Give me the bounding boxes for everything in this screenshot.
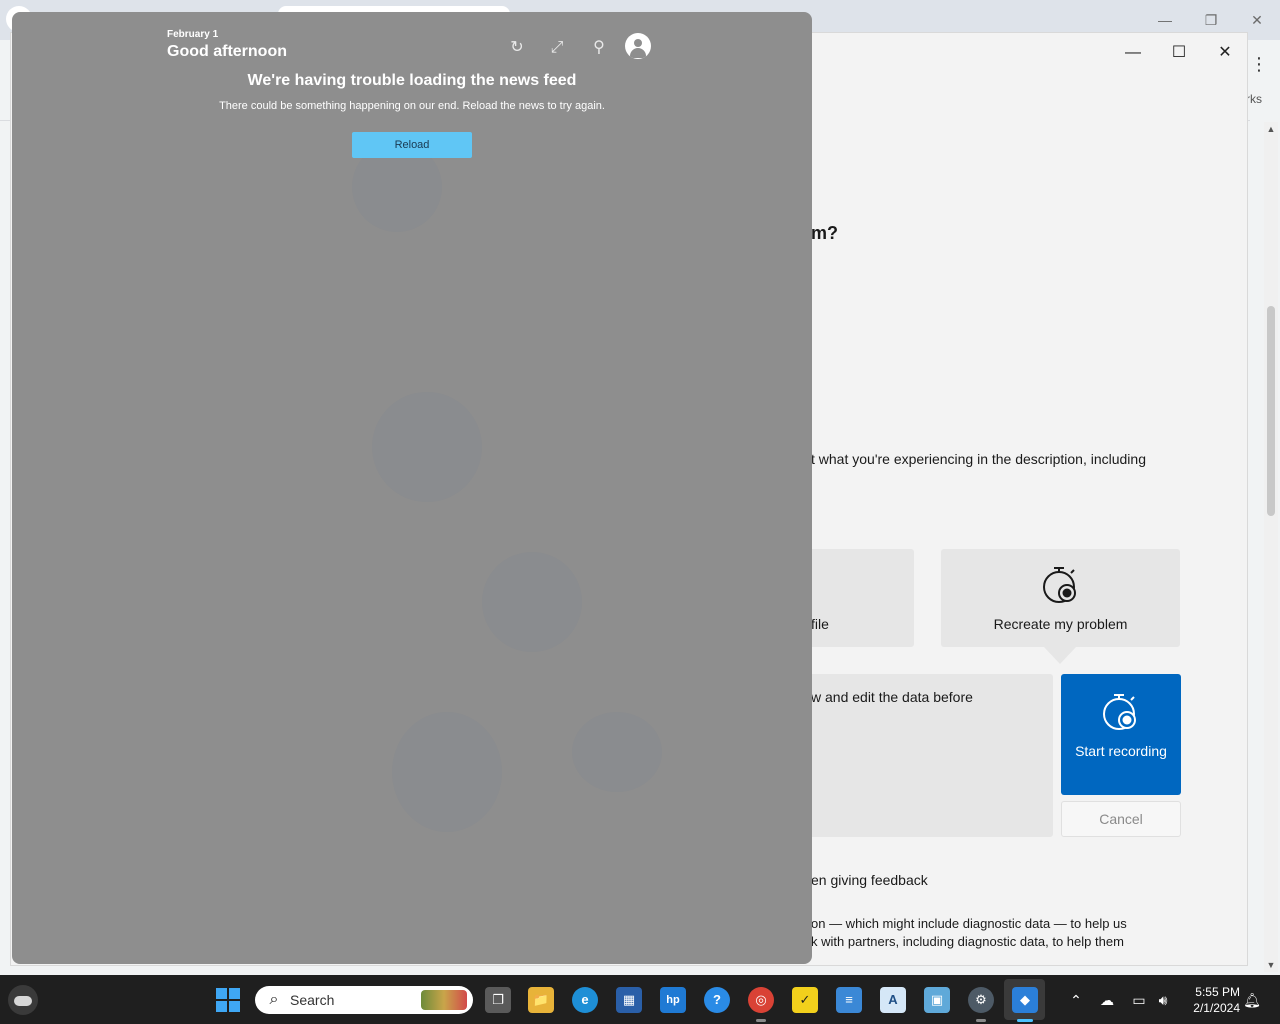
expand-icon[interactable]: ⤢	[547, 38, 567, 58]
news-feed-error-title: We're having trouble loading the news fe…	[247, 72, 577, 89]
chevron-up-icon[interactable]: ⌃	[1066, 990, 1086, 1010]
start-recording-label: Start recording	[1075, 743, 1167, 759]
minimize-button[interactable]: —	[1110, 39, 1156, 67]
control-panel-icon[interactable]: ▣	[924, 987, 950, 1013]
widgets-panel: February 1 Good afternoon ↻ ⤢ ⚲ We're ha…	[12, 12, 812, 964]
blurred-content	[392, 712, 502, 832]
scroll-up-arrow-icon[interactable]: ▲	[1264, 122, 1278, 136]
cancel-button[interactable]: Cancel	[1061, 801, 1181, 837]
clock-date: 2/1/2024	[1193, 1001, 1240, 1015]
recreate-problem-card[interactable]: Recreate my problem	[941, 549, 1180, 647]
avatar-body	[630, 48, 646, 58]
notepad-icon[interactable]: ≡	[836, 987, 862, 1013]
privacy-text-line-1: on — which might include diagnostic data…	[811, 916, 1127, 931]
problem-heading-fragment: m?	[811, 223, 838, 243]
edge-icon[interactable]: e	[572, 987, 598, 1013]
onedrive-cloud-icon[interactable]: ☁	[1097, 990, 1117, 1010]
blurred-content	[572, 712, 662, 792]
browser-bookmarks-fragment[interactable]: rks	[1246, 92, 1262, 106]
running-indicator	[976, 1019, 986, 1022]
callout-pointer	[1044, 647, 1076, 664]
attach-file-card[interactable]: file	[801, 549, 914, 647]
avatar-head	[634, 39, 642, 47]
stopwatch-record-icon	[1043, 567, 1076, 603]
file-explorer-icon[interactable]: 📁	[528, 987, 554, 1013]
browser-restore-button[interactable]: ❐	[1199, 10, 1223, 30]
widgets-greeting: Good afternoon	[167, 43, 287, 60]
wordpad-icon[interactable]: A	[880, 987, 906, 1013]
network-icon[interactable]: ▭	[1129, 990, 1149, 1010]
browser-close-button[interactable]: ✕	[1245, 10, 1269, 30]
notification-bell-icon[interactable]: 🔔︎	[1242, 990, 1262, 1010]
chrome-icon[interactable]: ◎	[748, 987, 774, 1013]
search-icon: ⌕	[269, 991, 279, 1008]
search-placeholder: Search	[290, 992, 335, 1008]
windows-logo-icon	[216, 988, 227, 999]
giving-feedback-fragment: en giving feedback	[811, 872, 928, 888]
clock-time: 5:55 PM	[1195, 985, 1240, 999]
taskbar-search-box[interactable]: ⌕ Search	[255, 986, 473, 1014]
recreate-problem-label: Recreate my problem	[993, 616, 1128, 632]
system-clock[interactable]: 5:55 PM 2/1/2024	[1184, 984, 1240, 1016]
task-view-icon[interactable]: ❐	[485, 987, 511, 1013]
widgets-settings-icon[interactable]: ⚲	[589, 38, 609, 58]
windows-logo-icon	[229, 1001, 240, 1012]
reload-button[interactable]: Reload	[352, 132, 472, 158]
user-avatar-icon[interactable]	[625, 33, 651, 59]
active-indicator	[1017, 1019, 1033, 1022]
store-icon[interactable]: ▦	[616, 987, 642, 1013]
cloud-icon	[14, 996, 32, 1006]
close-button[interactable]: ✕	[1202, 39, 1248, 67]
recording-info-panel: w and edit the data before	[801, 674, 1053, 837]
blurred-content	[482, 552, 582, 652]
settings-icon[interactable]: ⚙	[968, 987, 994, 1013]
running-indicator	[756, 1019, 766, 1022]
volume-icon[interactable]: 🔊︎	[1153, 990, 1173, 1010]
widgets-date: February 1	[167, 29, 219, 40]
review-data-fragment: w and edit the data before	[811, 689, 973, 705]
feedback-hub-icon[interactable]: ◆	[1012, 987, 1038, 1013]
browser-minimize-button[interactable]: —	[1153, 10, 1177, 30]
blurred-content	[372, 392, 482, 502]
description-hint-fragment: t what you're experiencing in the descri…	[811, 451, 1146, 467]
maximize-button[interactable]: ☐	[1156, 39, 1202, 67]
windows-logo-icon	[216, 1001, 227, 1012]
stopwatch-record-icon	[1103, 694, 1136, 730]
search-highlight-image	[421, 990, 467, 1010]
start-button[interactable]	[216, 988, 240, 1012]
taskbar: ⌕ Search ❐ 📁 e ▦ hp ? ◎ ✓ ≡ A ▣ ⚙ ◆ ⌃ ☁ …	[0, 975, 1280, 1024]
start-recording-button[interactable]: Start recording	[1061, 674, 1181, 795]
windows-logo-icon	[229, 988, 240, 999]
myhp-icon[interactable]: hp	[660, 987, 686, 1013]
page-scrollbar[interactable]	[1264, 122, 1278, 972]
privacy-text-line-2: k with partners, including diagnostic da…	[811, 934, 1124, 949]
refresh-icon[interactable]: ↻	[507, 38, 527, 58]
weather-widget-icon[interactable]	[8, 985, 38, 1015]
help-icon[interactable]: ?	[704, 987, 730, 1013]
tasks-icon[interactable]: ✓	[792, 987, 818, 1013]
scroll-down-arrow-icon[interactable]: ▼	[1264, 958, 1278, 972]
scrollbar-thumb[interactable]	[1267, 306, 1275, 516]
browser-menu-icon[interactable]: ⋮	[1250, 54, 1268, 74]
news-feed-error-message: There could be something happening on ou…	[219, 100, 605, 112]
attach-file-label: file	[811, 616, 829, 632]
